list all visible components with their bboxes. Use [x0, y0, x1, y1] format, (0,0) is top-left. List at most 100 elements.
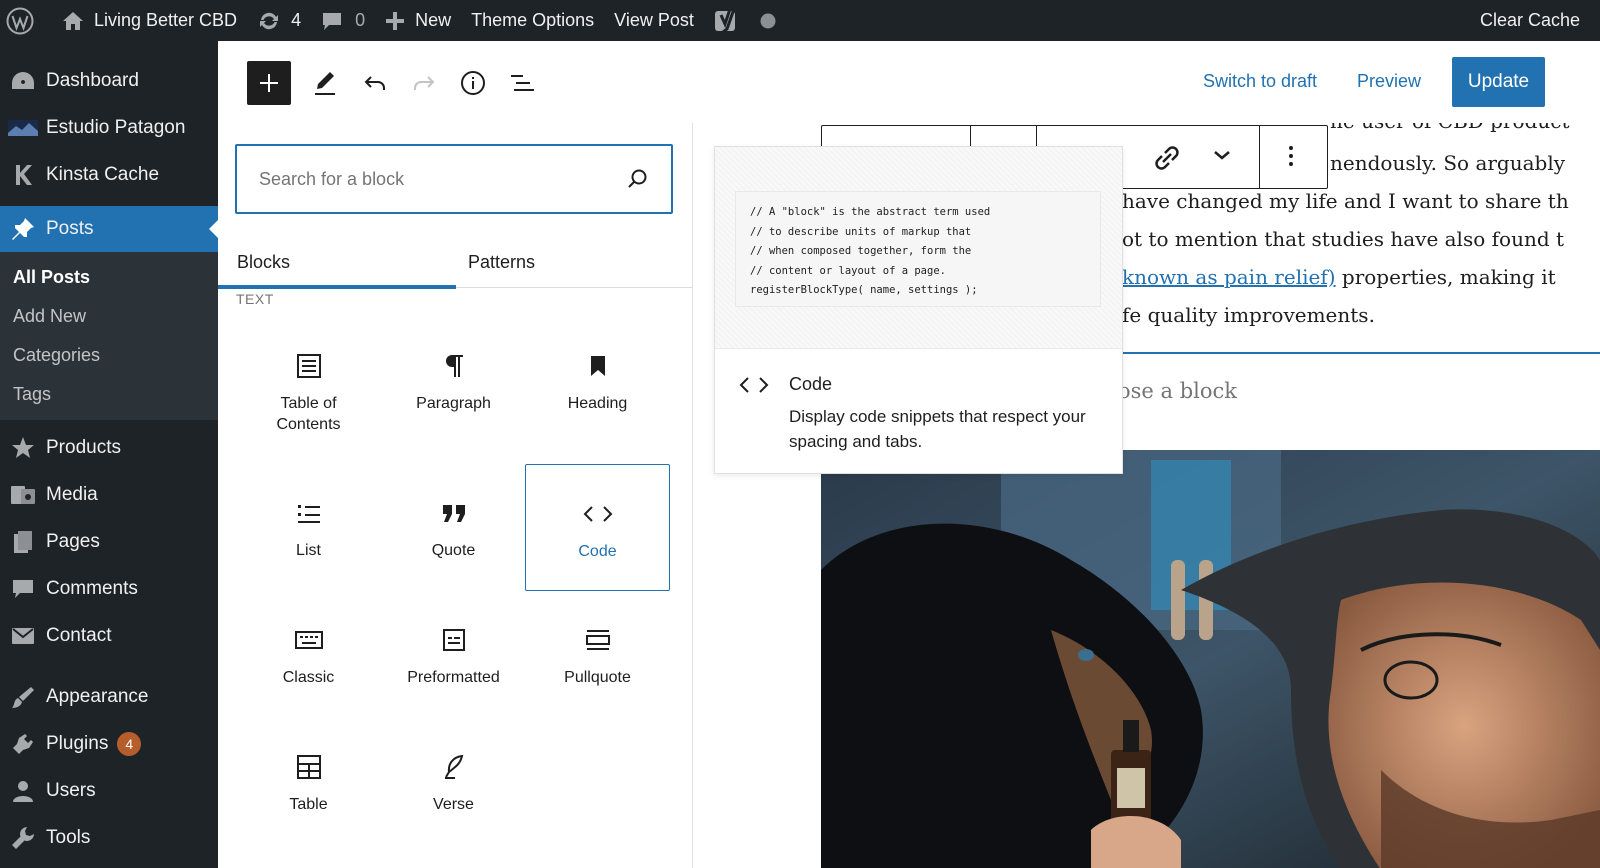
link-button[interactable] — [1152, 144, 1188, 172]
updates-link[interactable]: 4 — [247, 0, 311, 41]
block-item-preformatted[interactable]: Preformatted — [381, 603, 526, 729]
block-appender-placeholder[interactable]: ose a block — [1118, 379, 1237, 403]
new-content-link[interactable]: New — [375, 0, 461, 41]
block-search-box[interactable] — [235, 144, 673, 214]
block-item-heading[interactable]: Heading — [525, 329, 670, 455]
tools-button[interactable] — [303, 61, 347, 105]
pushpin-icon — [8, 214, 38, 244]
switch-to-draft-button[interactable]: Switch to draft — [1203, 71, 1317, 92]
home-icon — [63, 11, 83, 30]
code-line: // when composed together, form the — [750, 245, 972, 258]
menu-label: Media — [46, 483, 98, 505]
site-name-link[interactable]: Living Better CBD — [52, 0, 247, 41]
pencil-icon — [315, 72, 335, 95]
submenu-all-posts[interactable]: All Posts — [0, 258, 218, 297]
paragraph-line[interactable]: ot to mention that studies have also fou… — [1122, 227, 1564, 251]
menu-tools[interactable]: Tools — [0, 814, 218, 861]
block-item-table-of-contents[interactable]: Table of Contents — [236, 329, 381, 455]
heading-bookmark-icon — [581, 349, 615, 383]
comment-icon — [8, 574, 38, 604]
star-icon — [8, 433, 38, 463]
undo-icon — [364, 76, 385, 90]
paragraph-line[interactable]: known as pain relief) properties, making… — [1122, 265, 1556, 289]
block-item-quote[interactable]: Quote — [381, 476, 526, 602]
plus-icon — [386, 11, 405, 30]
redo-button[interactable] — [402, 61, 446, 105]
block-item-paragraph[interactable]: Paragraph — [381, 329, 526, 455]
undo-button[interactable] — [353, 61, 397, 105]
menu-plugins[interactable]: Plugins 4 — [0, 720, 218, 767]
block-item-list[interactable]: List — [236, 476, 381, 602]
code-icon — [739, 375, 769, 400]
plugin-icon — [8, 729, 38, 759]
category-label: TEXT — [236, 291, 274, 307]
block-inserter-panel: Blocks Patterns TEXT Table of Contents P… — [218, 123, 693, 868]
posts-submenu: All Posts Add New Categories Tags — [0, 252, 218, 420]
search-icon — [628, 169, 647, 188]
submenu-tags[interactable]: Tags — [0, 375, 218, 414]
block-item-code[interactable]: Code — [525, 464, 670, 591]
block-search-input[interactable] — [259, 168, 627, 190]
submenu-add-new[interactable]: Add New — [0, 297, 218, 336]
block-item-classic[interactable]: Classic — [236, 603, 381, 729]
theme-options-link[interactable]: Theme Options — [461, 0, 604, 41]
menu-label: Comments — [46, 577, 138, 599]
more-rich-text-button[interactable] — [1212, 148, 1236, 168]
menu-posts[interactable]: Posts — [0, 206, 218, 252]
info-icon — [461, 71, 485, 95]
kinsta-icon — [8, 160, 38, 190]
block-preview-canvas: // A "block" is the abstract term used //… — [715, 147, 1122, 349]
pain-relief-link[interactable]: known as pain relief) — [1122, 265, 1336, 289]
yoast-seo-icon[interactable] — [704, 0, 750, 41]
menu-contact[interactable]: Contact — [0, 612, 218, 659]
paragraph-line[interactable]: have changed my life and I want to share… — [1122, 189, 1569, 213]
admin-bar: Living Better CBD 4 0 New Theme Options … — [0, 0, 1600, 41]
menu-estudio-patagon[interactable]: Estudio Patagon — [0, 104, 218, 151]
block-label: Heading — [567, 395, 628, 412]
menu-kinsta-cache[interactable]: Kinsta Cache — [0, 151, 218, 198]
menu-appearance[interactable]: Appearance — [0, 673, 218, 720]
seo-status-icon[interactable] — [750, 0, 786, 41]
details-button[interactable] — [451, 61, 495, 105]
paragraph-line[interactable]: fe quality improvements. — [1122, 303, 1375, 327]
block-item-verse[interactable]: Verse — [381, 730, 526, 856]
brush-icon — [8, 682, 38, 712]
menu-products[interactable]: Products — [0, 424, 218, 471]
updates-count: 4 — [291, 10, 302, 30]
keyboard-icon — [292, 623, 326, 657]
menu-label: Contact — [46, 624, 112, 646]
menu-label: Posts — [46, 218, 94, 239]
tab-blocks[interactable]: Blocks — [218, 236, 456, 289]
view-post-link[interactable]: View Post — [604, 0, 704, 41]
menu-users[interactable]: Users — [0, 767, 218, 814]
link-icon — [1155, 146, 1179, 170]
menu-label: Products — [46, 436, 121, 458]
new-label: New — [415, 10, 452, 30]
menu-pages[interactable]: Pages — [0, 518, 218, 565]
block-inserter-toggle[interactable] — [247, 61, 291, 105]
quote-icon — [437, 496, 471, 530]
paragraph-line[interactable]: nendously. So arguably — [1330, 151, 1565, 175]
preview-button[interactable]: Preview — [1357, 71, 1421, 92]
menu-label: Dashboard — [46, 69, 139, 91]
tab-patterns[interactable]: Patterns — [468, 236, 535, 288]
clear-cache-link[interactable]: Clear Cache — [1470, 0, 1600, 41]
comments-link[interactable]: 0 — [311, 0, 375, 41]
list-view-icon — [511, 75, 534, 91]
menu-comments[interactable]: Comments — [0, 565, 218, 612]
submenu-categories[interactable]: Categories — [0, 336, 218, 375]
block-options-button[interactable] — [1287, 144, 1303, 170]
block-label: Classic — [282, 669, 335, 686]
preformatted-icon — [437, 623, 471, 657]
menu-media[interactable]: Media — [0, 471, 218, 518]
editor-header: Switch to draft Preview Update — [218, 41, 1600, 123]
wordpress-logo-icon[interactable] — [0, 0, 44, 41]
dashboard-icon — [8, 66, 38, 96]
list-view-button[interactable] — [501, 61, 545, 105]
update-button[interactable]: Update — [1452, 57, 1545, 107]
block-item-pullquote[interactable]: Pullquote — [525, 603, 670, 729]
featured-photo-man-with-dog[interactable] — [821, 450, 1600, 868]
menu-dashboard[interactable]: Dashboard — [0, 57, 218, 104]
paragraph-line[interactable]: ne user of CBD product — [1330, 123, 1570, 133]
block-item-table[interactable]: Table — [236, 730, 381, 856]
